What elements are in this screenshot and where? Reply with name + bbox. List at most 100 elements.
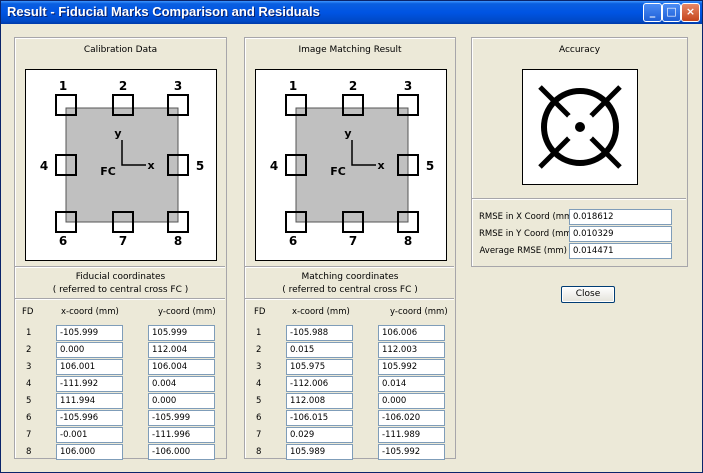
matching-title: Image Matching Result: [298, 45, 402, 55]
x-coord-field[interactable]: -106.015: [286, 410, 353, 426]
y-coord-field[interactable]: 106.004: [148, 359, 215, 375]
y-axis-label: y: [114, 127, 121, 140]
fiducial-number: 2: [119, 79, 127, 93]
calibration-title: Calibration Data: [83, 45, 158, 55]
rmse-y-label: RMSE in Y Coord (mm): [479, 229, 576, 239]
x-coord-field[interactable]: -105.996: [56, 410, 123, 426]
fiducial-number: 4: [40, 159, 48, 173]
divider: [472, 198, 686, 200]
fiducial-diagram-svg: 1 2 3 4 5 6 7 8 y x FC: [40, 79, 204, 248]
fiducial-coords-title: Fiducial coordinates: [75, 272, 166, 282]
fiducial-number: 3: [404, 79, 412, 93]
fiducial-number: 6: [289, 234, 297, 248]
close-button[interactable]: Close: [561, 286, 615, 303]
rmse-y-field[interactable]: 0.010329: [569, 226, 672, 242]
fiducial-number: 2: [349, 79, 357, 93]
matching-coords-title: Matching coordinates: [301, 272, 399, 282]
y-coord-header: y-coord (mm): [390, 307, 448, 317]
y-coord-field[interactable]: 0.014: [378, 376, 445, 392]
y-axis-label: y: [344, 127, 351, 140]
fc-label: FC: [100, 165, 116, 178]
fiducial-number: 6: [59, 234, 67, 248]
y-coord-field[interactable]: 106.006: [378, 325, 445, 341]
title-bar[interactable]: Result - Fiducial Marks Comparison and R…: [1, 1, 702, 24]
accuracy-symbol: [522, 69, 638, 185]
minimize-button[interactable]: _: [643, 3, 662, 22]
fd-number: 8: [256, 447, 262, 457]
fiducial-number: 1: [289, 79, 297, 93]
fiducial-number: 3: [174, 79, 182, 93]
fc-label: FC: [330, 165, 346, 178]
x-coord-field[interactable]: 106.001: [56, 359, 123, 375]
fd-number: 7: [26, 430, 32, 440]
maximize-button[interactable]: □: [662, 3, 681, 22]
fiducial-number: 1: [59, 79, 67, 93]
divider: [15, 298, 225, 300]
fd-number: 2: [256, 345, 262, 355]
y-coord-field[interactable]: -106.000: [148, 444, 215, 460]
y-coord-field[interactable]: 112.003: [378, 342, 445, 358]
x-coord-field[interactable]: 106.000: [56, 444, 123, 460]
x-coord-field[interactable]: 111.994: [56, 393, 123, 409]
calibration-diagram: 1 2 3 4 5 6 7 8 y x FC: [25, 69, 217, 261]
x-coord-field[interactable]: -0.001: [56, 427, 123, 443]
fiducial-cross-icon: [538, 85, 622, 169]
y-coord-header: y-coord (mm): [158, 307, 216, 317]
fiducial-diagram-svg: 1 2 3 4 5 6 7 8 y x FC: [270, 79, 434, 248]
fd-number: 3: [26, 362, 32, 372]
close-window-button[interactable]: ×: [681, 3, 700, 22]
fd-number: 4: [26, 379, 32, 389]
fd-number: 1: [26, 328, 32, 338]
y-coord-field[interactable]: -105.992: [378, 444, 445, 460]
y-coord-field[interactable]: -106.020: [378, 410, 445, 426]
rmse-x-label: RMSE in X Coord (mm): [479, 212, 576, 222]
fiducial-number: 8: [404, 234, 412, 248]
divider: [15, 266, 225, 268]
fiducial-number: 8: [174, 234, 182, 248]
x-coord-field[interactable]: 0.029: [286, 427, 353, 443]
y-coord-field[interactable]: -105.999: [148, 410, 215, 426]
average-rmse-field[interactable]: 0.014471: [569, 243, 672, 259]
y-coord-field[interactable]: 0.000: [148, 393, 215, 409]
fd-number: 6: [26, 413, 32, 423]
fiducial-number: 5: [196, 159, 204, 173]
x-axis-label: x: [377, 159, 384, 172]
y-coord-field[interactable]: 0.004: [148, 376, 215, 392]
x-coord-field[interactable]: -105.999: [56, 325, 123, 341]
y-coord-field[interactable]: 105.992: [378, 359, 445, 375]
fd-number: 6: [256, 413, 262, 423]
fiducial-number: 7: [119, 234, 127, 248]
fd-number: 4: [256, 379, 262, 389]
fd-number: 1: [256, 328, 262, 338]
result-window: Result - Fiducial Marks Comparison and R…: [0, 0, 703, 473]
x-coord-field[interactable]: 105.989: [286, 444, 353, 460]
x-coord-field[interactable]: -112.006: [286, 376, 353, 392]
accuracy-title: Accuracy: [558, 45, 601, 55]
y-coord-field[interactable]: 105.999: [148, 325, 215, 341]
x-coord-field[interactable]: 105.975: [286, 359, 353, 375]
divider: [245, 298, 454, 300]
divider: [245, 266, 454, 268]
fiducial-coords-subtitle: ( referred to central cross FC ): [52, 285, 189, 295]
fd-number: 2: [26, 345, 32, 355]
x-coord-field[interactable]: 0.015: [286, 342, 353, 358]
x-coord-field[interactable]: -111.992: [56, 376, 123, 392]
matching-coords-subtitle: ( referred to central cross FC ): [282, 285, 418, 295]
y-coord-field[interactable]: 0.000: [378, 393, 445, 409]
x-coord-field[interactable]: 0.000: [56, 342, 123, 358]
fiducial-number: 7: [349, 234, 357, 248]
window-title: Result - Fiducial Marks Comparison and R…: [7, 4, 320, 19]
average-rmse-label: Average RMSE (mm): [479, 246, 567, 256]
y-coord-field[interactable]: 112.004: [148, 342, 215, 358]
y-coord-field[interactable]: -111.989: [378, 427, 445, 443]
x-axis-label: x: [147, 159, 154, 172]
fd-number: 3: [256, 362, 262, 372]
fd-number: 8: [26, 447, 32, 457]
x-coord-field[interactable]: 112.008: [286, 393, 353, 409]
fiducial-number: 5: [426, 159, 434, 173]
x-coord-header: x-coord (mm): [61, 307, 119, 317]
fiducial-number: 4: [270, 159, 278, 173]
rmse-x-field[interactable]: 0.018612: [569, 209, 672, 225]
x-coord-field[interactable]: -105.988: [286, 325, 353, 341]
y-coord-field[interactable]: -111.996: [148, 427, 215, 443]
